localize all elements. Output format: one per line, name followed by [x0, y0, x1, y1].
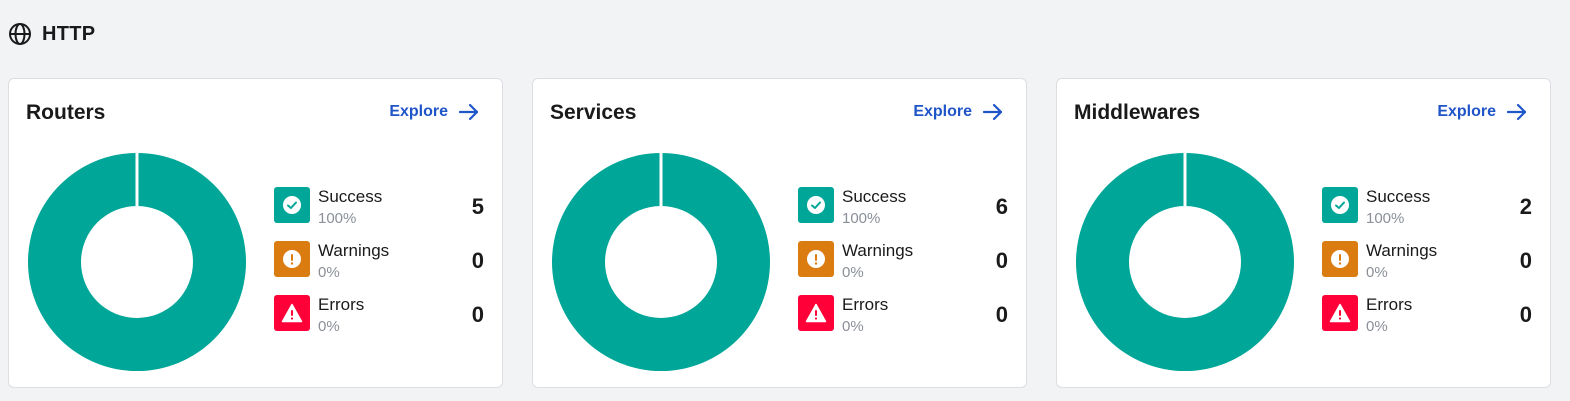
stat-count: 0 [1519, 302, 1532, 327]
stat-warnings: Warnings 0% 0 [1322, 241, 1532, 295]
stat-label: Success [842, 187, 907, 206]
stat-count: 2 [1519, 194, 1532, 219]
arrow-right-icon [1506, 103, 1527, 121]
warning-triangle-icon [1322, 295, 1358, 331]
stat-percentage: 0% [318, 318, 340, 335]
card-services: Services Explore Success 100% 6 Warnings 0% 0… [532, 78, 1027, 388]
card-routers: Routers Explore Success 100% 5 Warnings 0% 0 E… [8, 78, 503, 388]
stat-percentage: 0% [318, 264, 340, 281]
stat-errors: Errors 0% 0 [1322, 295, 1532, 349]
explore-label: Explore [389, 103, 448, 120]
stats-list: Success 100% 6 Warnings 0% 0 Errors 0% 0 [798, 187, 1008, 349]
stat-warnings: Warnings 0% 0 [274, 241, 484, 295]
stat-percentage: 0% [1366, 264, 1388, 281]
card-title: Services [550, 101, 637, 124]
stat-label: Errors [318, 295, 365, 314]
exclamation-circle-icon [1322, 241, 1358, 277]
explore-label: Explore [1437, 103, 1496, 120]
exclamation-circle-icon [798, 241, 834, 277]
stat-label: Warnings [842, 241, 914, 260]
check-circle-icon [274, 187, 310, 223]
stat-count: 0 [471, 248, 484, 273]
explore-link[interactable]: Explore [913, 103, 1004, 121]
explore-link[interactable]: Explore [389, 103, 480, 121]
section-title: HTTP [42, 22, 96, 45]
card-title: Routers [26, 101, 106, 124]
stat-success: Success 100% 6 [798, 187, 1008, 241]
explore-link[interactable]: Explore [1437, 103, 1528, 121]
card-middlewares: Middlewares Explore Success 100% 2 Warnings… [1056, 78, 1551, 388]
stats-list: Success 100% 5 Warnings 0% 0 Errors 0% 0 [274, 187, 484, 349]
stat-count: 0 [995, 248, 1008, 273]
status-donut-chart [27, 152, 247, 372]
stats-list: Success 100% 2 Warnings 0% 0 Errors 0% 0 [1322, 187, 1532, 349]
check-circle-icon [798, 187, 834, 223]
stat-errors: Errors 0% 0 [274, 295, 484, 349]
stat-percentage: 0% [1366, 318, 1388, 335]
stat-label: Warnings [318, 241, 390, 260]
stat-count: 6 [995, 194, 1008, 219]
exclamation-circle-icon [274, 241, 310, 277]
stat-label: Success [318, 187, 383, 206]
explore-label: Explore [913, 103, 972, 120]
stat-percentage: 100% [1366, 210, 1405, 227]
stat-warnings: Warnings 0% 0 [798, 241, 1008, 295]
stat-percentage: 100% [842, 210, 881, 227]
stat-errors: Errors 0% 0 [798, 295, 1008, 349]
card-title: Middlewares [1074, 101, 1201, 124]
stat-label: Errors [842, 295, 889, 314]
warning-triangle-icon [274, 295, 310, 331]
stat-count: 0 [471, 302, 484, 327]
check-circle-icon [1322, 187, 1358, 223]
stat-success: Success 100% 5 [274, 187, 484, 241]
status-donut-chart [552, 152, 770, 372]
warning-triangle-icon [798, 295, 834, 331]
globe-icon [9, 23, 31, 45]
arrow-right-icon [458, 103, 479, 121]
stat-label: Errors [1366, 295, 1413, 314]
arrow-right-icon [982, 103, 1003, 121]
stat-percentage: 0% [842, 318, 864, 335]
stat-label: Success [1366, 187, 1431, 206]
stat-success: Success 100% 2 [1322, 187, 1532, 241]
stat-count: 0 [1519, 248, 1532, 273]
stat-count: 0 [995, 302, 1008, 327]
status-donut-chart [1076, 152, 1294, 372]
stat-count: 5 [471, 194, 484, 219]
stat-label: Warnings [1366, 241, 1438, 260]
stat-percentage: 100% [318, 210, 357, 227]
stat-percentage: 0% [842, 264, 864, 281]
section-header: HTTP [8, 21, 95, 47]
